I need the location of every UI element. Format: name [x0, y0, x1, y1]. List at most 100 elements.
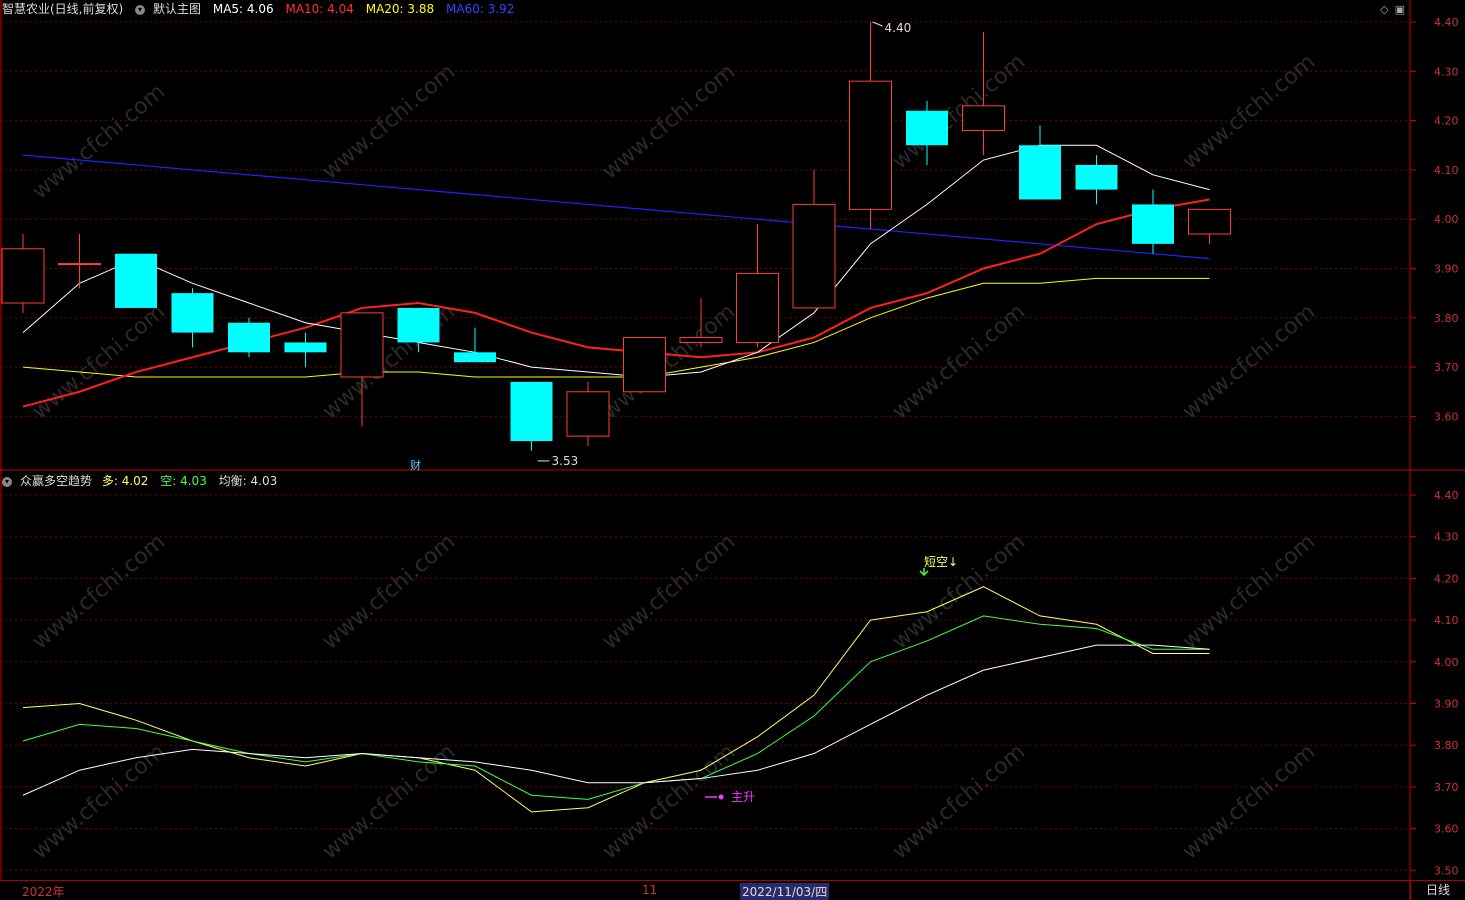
candle-body: [228, 322, 270, 353]
finance-marker: 财: [410, 458, 421, 472]
candle-body: [58, 263, 101, 266]
sub-tick-label: 4.20: [1434, 572, 1459, 585]
candle-body: [679, 337, 723, 343]
candle: [623, 337, 666, 393]
sub-tick-label: 3.80: [1434, 739, 1459, 752]
indicator-line-junheng: [22, 644, 1210, 796]
indicator-menu-icon[interactable]: ▾: [2, 476, 12, 487]
main-tick-label: 4.20: [1434, 115, 1459, 128]
sub-tick-label: 3.60: [1434, 823, 1459, 836]
template-name[interactable]: 默认主图: [153, 2, 201, 16]
ma10-label: MA10: 4.04: [285, 2, 354, 16]
watermark-text: www.cfchi.com: [598, 739, 740, 864]
main-chart-header: 智慧农业(日线,前复权) ▾ 默认主图 MA5: 4.06 MA10: 4.04 …: [2, 0, 522, 18]
watermark-text: www.cfchi.com: [1178, 739, 1320, 864]
candle-body: [849, 80, 892, 210]
candle-body: [171, 293, 214, 333]
candle: [736, 224, 779, 348]
short-signal-label: 短空↓: [924, 555, 958, 569]
main-tick-label: 3.90: [1434, 263, 1459, 276]
main-rise-dot: [718, 794, 724, 800]
candle-body: [454, 352, 496, 363]
candle: [115, 253, 157, 308]
main-tick-label: 3.60: [1434, 410, 1459, 423]
watermark-text: www.cfchi.com: [1178, 299, 1320, 424]
sub-tick-label: 4.00: [1434, 656, 1459, 669]
main-tick-label: 4.10: [1434, 164, 1459, 177]
main-tick-label: 4.00: [1434, 213, 1459, 226]
candle-body: [792, 203, 836, 309]
candle: [792, 169, 836, 309]
watermark-text: www.cfchi.com: [888, 529, 1030, 654]
watermark-text: www.cfchi.com: [28, 529, 170, 654]
watermark-text: www.cfchi.com: [318, 59, 460, 184]
indicator-title[interactable]: 众赢多空趋势: [20, 474, 92, 488]
main-tick-label: 3.70: [1434, 361, 1459, 374]
sub-chart-header: ▾ 众赢多空趋势 多: 4.02 空: 4.03 均衡: 4.03: [2, 472, 285, 490]
sub-tick-label: 4.30: [1434, 531, 1459, 544]
window-icon[interactable]: ▣: [1395, 3, 1405, 16]
candle: [1019, 125, 1061, 200]
duo-label: 多: 4.02: [101, 474, 149, 488]
candle: [1, 233, 45, 313]
candle: [849, 22, 892, 230]
sub-tick-label: 4.10: [1434, 614, 1459, 627]
candle: [566, 381, 610, 446]
candle-body: [566, 391, 610, 437]
candle-body: [1019, 145, 1061, 200]
main-tick-label: 3.80: [1434, 312, 1459, 325]
candle: [284, 332, 327, 368]
ma20-label: MA20: 3.88: [365, 2, 435, 16]
kong-label: 空: 4.03: [160, 474, 207, 488]
candle: [58, 233, 101, 289]
chart-canvas[interactable]: 4.40 4.30 4.20 4.10 4.00 3.90 3.80 3.70 3.60 4.40…: [0, 0, 1465, 900]
candle-body: [510, 381, 553, 442]
sub-tick-label: 3.70: [1434, 781, 1459, 794]
candle-body: [623, 337, 666, 393]
watermark-text: www.cfchi.com: [28, 79, 170, 204]
ma60-label: MA60: 3.92: [445, 2, 515, 16]
watermark-text: www.cfchi.com: [318, 529, 460, 654]
date-axis: 2022年 11 2022/11/03/四: [0, 880, 1410, 900]
candle: [1188, 208, 1231, 244]
candle-body: [1188, 208, 1231, 235]
candle: [1132, 189, 1174, 254]
main-tick-label: 4.30: [1434, 65, 1459, 78]
low-annotation: 3.53: [552, 454, 579, 468]
selected-date: 2022/11/03/四: [740, 883, 830, 900]
ma5-label: MA5: 4.06: [212, 2, 274, 16]
candle: [171, 288, 214, 348]
main-tick-label: 4.40: [1434, 16, 1459, 29]
settings-circle-icon[interactable]: ▾: [135, 4, 146, 15]
stock-title[interactable]: 智慧农业(日线,前复权): [2, 2, 123, 16]
candle-body: [397, 307, 440, 343]
watermark-text: www.cfchi.com: [1178, 529, 1320, 654]
month-label: 11: [642, 883, 658, 897]
sub-tick-label: 3.50: [1434, 864, 1459, 877]
candle-body: [906, 110, 948, 146]
candle: [228, 317, 270, 358]
sub-tick-label: 3.90: [1434, 698, 1459, 711]
watermark-text: www.cfchi.com: [598, 59, 740, 184]
watermark-text: www.cfchi.com: [1178, 49, 1320, 174]
watermark-text: www.cfchi.com: [28, 299, 170, 424]
diamond-icon[interactable]: ◇: [1380, 3, 1388, 16]
watermark-text: www.cfchi.com: [598, 529, 740, 654]
period-button[interactable]: 日线: [1410, 880, 1465, 900]
high-annotation: 4.40: [885, 21, 912, 35]
candle-body: [115, 253, 157, 308]
watermark-text: www.cfchi.com: [888, 739, 1030, 864]
candle-body: [1, 248, 45, 304]
candle: [510, 381, 553, 451]
watermark-text: www.cfchi.com: [598, 299, 740, 424]
watermark-text: www.cfchi.com: [28, 739, 170, 864]
candle: [454, 327, 496, 363]
high-arrow: [872, 21, 883, 27]
candle-body: [736, 272, 779, 343]
main-rise-label: 主升: [731, 790, 755, 804]
short-signal-arrow: [919, 568, 929, 577]
year-label: 2022年: [22, 885, 65, 899]
sub-tick-label: 4.40: [1434, 489, 1459, 502]
watermark-text: www.cfchi.com: [888, 299, 1030, 424]
candle: [1075, 155, 1118, 205]
